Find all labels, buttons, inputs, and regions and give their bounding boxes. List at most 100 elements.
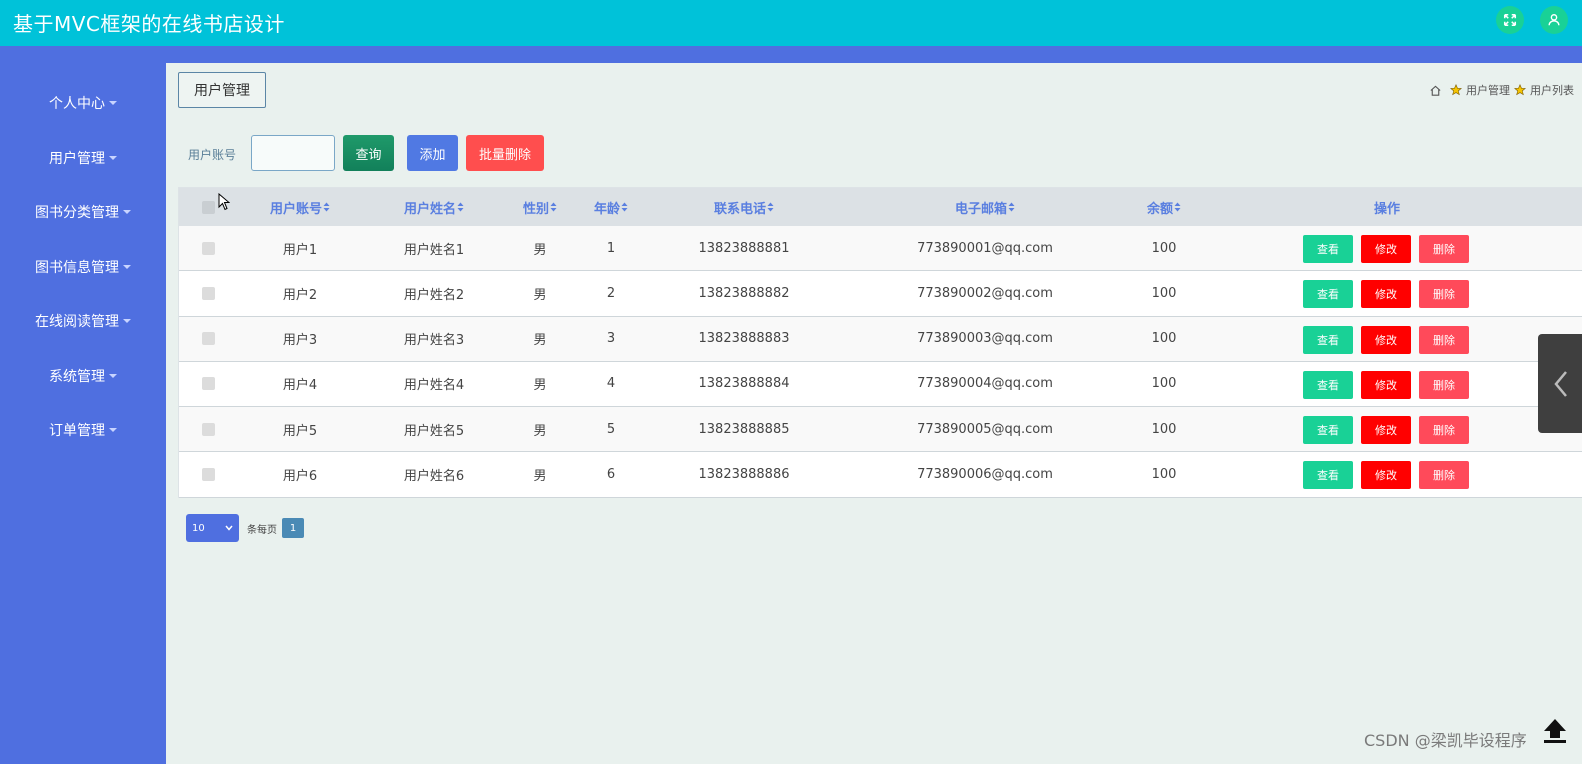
column-header-label: 余额 — [1146, 201, 1173, 217]
edit-button[interactable]: 修改 — [1361, 280, 1411, 309]
sidebar-item-personal-center[interactable]: 个人中心 — [0, 91, 166, 115]
edit-button[interactable]: 修改 — [1361, 461, 1411, 490]
delete-button[interactable]: 删除 — [1419, 235, 1469, 263]
cell-name: 用户姓名5 — [403, 423, 465, 439]
add-button[interactable]: 添加 — [407, 135, 458, 171]
page-number[interactable]: 1 — [282, 518, 304, 538]
cell-account: 用户3 — [282, 333, 318, 349]
caret-down-icon — [109, 428, 117, 432]
page-tab[interactable]: 用户管理 — [178, 72, 266, 108]
cell-balance: 100 — [1151, 240, 1177, 256]
row-checkbox[interactable] — [201, 241, 215, 255]
row-select-cell — [179, 452, 237, 496]
breadcrumb-item: 用户列表 — [1530, 84, 1574, 97]
back-to-top-icon[interactable] — [1540, 716, 1570, 746]
edit-button[interactable]: 修改 — [1361, 370, 1411, 399]
cell-name: 用户姓名6 — [403, 468, 465, 484]
cell-account: 用户2 — [282, 287, 318, 303]
star-icon — [1514, 84, 1526, 96]
cell-phone: 13823888885 — [698, 421, 790, 437]
fullscreen-button[interactable] — [1496, 6, 1524, 34]
cell-account: 用户6 — [282, 468, 318, 484]
main-content: 用户管理 用户管理 用户列表 用户账号 查询 添加 批量删除 用户账号 用户姓名… — [166, 63, 1582, 764]
sidebar-item-book-info[interactable]: 图书信息管理 — [0, 255, 166, 279]
row-select-cell — [179, 407, 237, 451]
column-header-account[interactable]: 用户账号 — [237, 188, 363, 226]
cell-gender: 男 — [533, 333, 547, 349]
view-button[interactable]: 查看 — [1303, 325, 1353, 354]
home-icon[interactable] — [1429, 84, 1442, 97]
query-button[interactable]: 查询 — [343, 135, 394, 171]
view-button[interactable]: 查看 — [1303, 461, 1353, 490]
cell-balance: 100 — [1151, 285, 1177, 301]
column-header-balance[interactable]: 余额 — [1129, 188, 1199, 226]
pagination: 10 条每页 1 — [186, 514, 304, 542]
search-label: 用户账号 — [188, 148, 237, 162]
column-header-name[interactable]: 用户姓名 — [363, 188, 505, 226]
row-checkbox[interactable] — [201, 286, 215, 300]
row-select-cell — [179, 271, 237, 315]
column-header-phone[interactable]: 联系电话 — [647, 188, 841, 226]
star-icon — [1450, 84, 1462, 96]
select-all-checkbox[interactable] — [201, 200, 215, 214]
cell-balance: 100 — [1151, 376, 1177, 392]
sidebar-item-book-category[interactable]: 图书分类管理 — [0, 200, 166, 224]
batch-delete-button[interactable]: 批量删除 — [466, 135, 544, 171]
sidebar-item-orders[interactable]: 订单管理 — [0, 418, 166, 442]
edit-button[interactable]: 修改 — [1361, 325, 1411, 354]
sidebar-item-user-management[interactable]: 用户管理 — [0, 146, 166, 170]
delete-button[interactable]: 删除 — [1419, 325, 1469, 354]
view-button[interactable]: 查看 — [1303, 235, 1353, 263]
cell-email: 773890002@qq.com — [917, 285, 1053, 301]
table-row: 用户1 用户姓名1 男 1 13823888881 773890001@qq.com 100… — [179, 226, 1582, 272]
cell-age: 1 — [606, 240, 616, 256]
sidebar-item-label: 图书信息管理 — [35, 260, 119, 276]
column-header-label: 年龄 — [593, 201, 620, 217]
delete-button[interactable]: 删除 — [1419, 280, 1469, 309]
sidebar-item-label: 图书分类管理 — [35, 205, 119, 221]
column-header-actions: 操作 — [1373, 201, 1400, 217]
sidebar-item-online-reading[interactable]: 在线阅读管理 — [0, 309, 166, 333]
account-search-input[interactable] — [251, 135, 335, 171]
column-header-age[interactable]: 年龄 — [575, 188, 647, 226]
view-button[interactable]: 查看 — [1303, 416, 1353, 445]
edit-button[interactable]: 修改 — [1361, 235, 1411, 263]
sidebar-item-system[interactable]: 系统管理 — [0, 364, 166, 388]
breadcrumb-item[interactable]: 用户管理 — [1466, 82, 1510, 98]
chevron-left-icon — [1554, 371, 1567, 397]
sort-icon — [621, 202, 628, 212]
table-row: 用户6 用户姓名6 男 6 13823888886 773890006@qq.com 100… — [179, 452, 1582, 498]
column-header-label: 用户姓名 — [403, 201, 456, 217]
row-checkbox[interactable] — [201, 332, 215, 346]
user-button[interactable] — [1540, 6, 1568, 34]
cell-phone: 13823888884 — [698, 376, 790, 392]
row-checkbox[interactable] — [201, 422, 215, 436]
row-checkbox[interactable] — [201, 377, 215, 391]
cell-name: 用户姓名2 — [403, 287, 465, 303]
table-row: 用户2 用户姓名2 男 2 13823888882 773890002@qq.com 100… — [179, 271, 1582, 317]
cell-name: 用户姓名4 — [403, 378, 465, 394]
cell-gender: 男 — [533, 242, 547, 258]
watermark: CSDN @梁凯毕设程序 — [1364, 731, 1527, 750]
user-icon — [1548, 14, 1560, 26]
view-button[interactable]: 查看 — [1303, 280, 1353, 309]
delete-button[interactable]: 删除 — [1419, 370, 1469, 399]
cell-name: 用户姓名1 — [403, 242, 465, 258]
page-size-select[interactable]: 10 — [186, 514, 239, 542]
column-header-gender[interactable]: 性别 — [505, 188, 575, 226]
caret-down-icon — [109, 156, 117, 160]
row-checkbox[interactable] — [201, 467, 215, 481]
delete-button[interactable]: 删除 — [1419, 461, 1469, 490]
view-button[interactable]: 查看 — [1303, 370, 1353, 399]
side-panel-toggle[interactable] — [1538, 334, 1582, 433]
column-header-email[interactable]: 电子邮箱 — [841, 188, 1129, 226]
delete-button[interactable]: 删除 — [1419, 416, 1469, 445]
cell-email: 773890004@qq.com — [917, 376, 1053, 392]
sort-icon — [767, 202, 774, 212]
table-row: 用户4 用户姓名4 男 4 13823888884 773890004@qq.com 100… — [179, 361, 1582, 408]
cell-balance: 100 — [1151, 466, 1177, 482]
page-size-value: 10 — [192, 522, 205, 534]
cell-account: 用户5 — [282, 423, 318, 439]
edit-button[interactable]: 修改 — [1361, 416, 1411, 445]
column-header-label: 性别 — [522, 201, 549, 217]
